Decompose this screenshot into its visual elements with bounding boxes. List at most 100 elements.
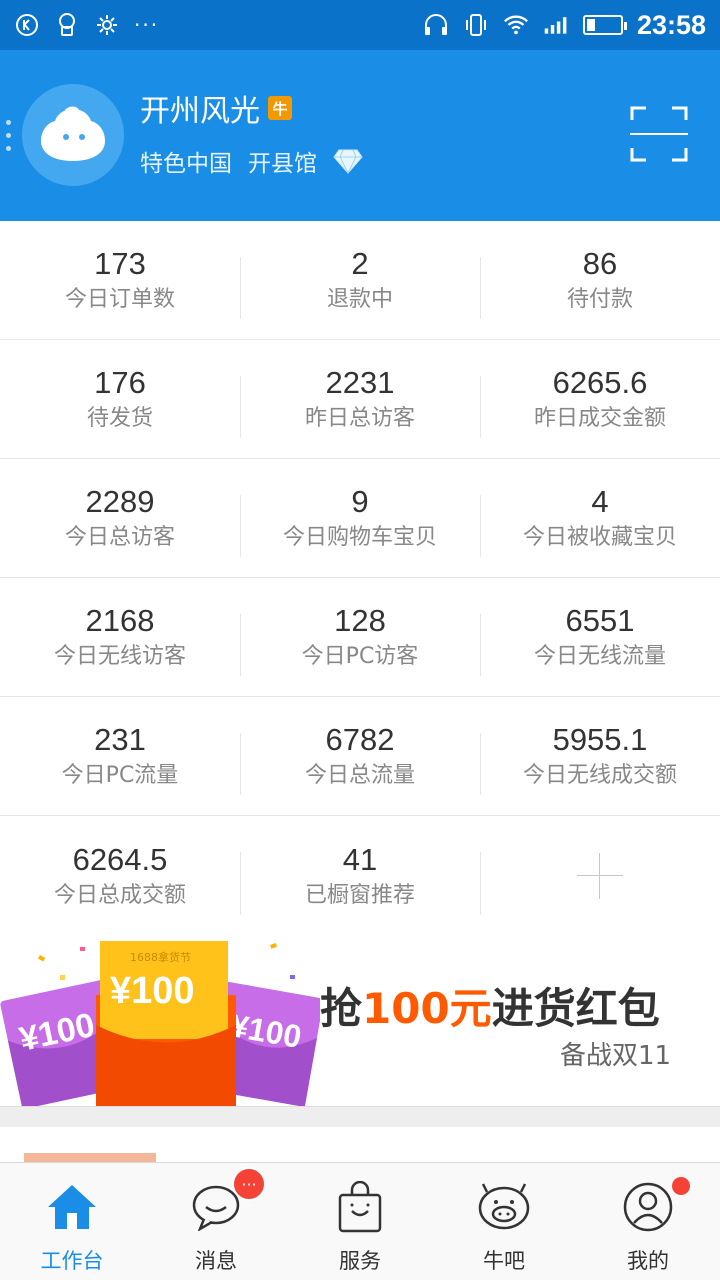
- stat-value: 6264.5: [72, 841, 168, 877]
- stat-cell[interactable]: 176 待发货: [0, 340, 240, 458]
- stat-label: 今日无线流量: [533, 644, 666, 669]
- tab-workbench[interactable]: 工作台: [0, 1163, 144, 1280]
- promo-banner[interactable]: ¥100 ¥100 ¥100 1688拿货节 抢100元进货红包 备战双11: [0, 935, 720, 1107]
- battery-icon: [582, 15, 627, 35]
- stat-cell[interactable]: 231 今日PC流量: [0, 697, 240, 815]
- stat-label: 今日总流量: [304, 763, 415, 788]
- stat-label: 今日订单数: [64, 287, 175, 312]
- shopping-bag-icon: [332, 1179, 388, 1235]
- stat-cell[interactable]: 2289 今日总访客: [0, 459, 240, 577]
- stats-row: 176 待发货 2231 昨日总访客 6265.6 昨日成交金额: [0, 340, 720, 459]
- stat-value: 41: [342, 841, 378, 877]
- stats-row: 2168 今日无线访客 128 今日PC访客 6551 今日无线流量: [0, 578, 720, 697]
- banner-subtitle: 备战双11: [560, 1041, 672, 1071]
- envelope-tag: 1688拿货节: [130, 950, 191, 964]
- envelope-amount: ¥100: [110, 970, 195, 1012]
- stat-cell[interactable]: 9 今日购物车宝贝: [240, 459, 480, 577]
- stat-value: 9: [351, 484, 369, 519]
- stat-cell[interactable]: 41 已橱窗推荐: [240, 816, 480, 935]
- shop-name-text: 开州风光: [140, 94, 260, 129]
- stat-cell[interactable]: 2231 昨日总访客: [240, 340, 480, 458]
- stat-value: 2231: [325, 365, 395, 400]
- plus-icon: [577, 852, 623, 899]
- stat-cell[interactable]: 4 今日被收藏宝贝: [480, 459, 720, 577]
- gear-icon: [94, 12, 120, 38]
- stat-label: 今日PC流量: [61, 763, 179, 788]
- stat-value: 6782: [325, 722, 395, 757]
- status-bar: ··· 23:58: [0, 0, 720, 50]
- banner-title-suffix: 进货红包: [491, 984, 660, 1033]
- stat-value: 2: [351, 246, 369, 281]
- stat-label: 昨日成交金额: [533, 406, 666, 431]
- stat-label: 今日被收藏宝贝: [522, 525, 677, 550]
- headset-user-icon: [54, 12, 80, 38]
- diamond-icon: [333, 149, 363, 174]
- stats-row: 6264.5 今日总成交额 41 已橱窗推荐: [0, 816, 720, 935]
- stat-value: 2168: [85, 603, 155, 638]
- tab-label: 工作台: [40, 1249, 104, 1273]
- signal-icon: [543, 12, 569, 38]
- stat-cell[interactable]: 86 待付款: [480, 221, 720, 339]
- cow-icon: [476, 1179, 532, 1235]
- shop-name[interactable]: 开州风光 牛: [140, 86, 292, 130]
- clock: 23:58: [636, 9, 706, 40]
- stat-label: 昨日总访客: [304, 406, 415, 431]
- tab-label: 消息: [195, 1249, 237, 1273]
- stat-value: 4: [591, 484, 609, 519]
- tab-label: 牛吧: [483, 1249, 525, 1273]
- stat-label: 待发货: [86, 406, 153, 431]
- scan-button[interactable]: [630, 106, 688, 162]
- stat-value: 86: [582, 246, 618, 281]
- stat-cell[interactable]: 128 今日PC访客: [240, 578, 480, 696]
- stat-cell[interactable]: 2168 今日无线访客: [0, 578, 240, 696]
- bottom-tab-bar: 工作台 ··· 消息 服务 牛吧 我的: [0, 1162, 720, 1280]
- stat-value: 6551: [565, 603, 635, 638]
- stat-label: 今日无线成交额: [522, 763, 677, 788]
- tab-services[interactable]: 服务: [288, 1163, 432, 1280]
- section-divider: [0, 1107, 720, 1127]
- profile-dot-badge: [672, 1177, 690, 1195]
- stat-value: 176: [94, 365, 146, 400]
- stat-label: 今日购物车宝贝: [282, 525, 437, 550]
- message-badge: ···: [232, 1167, 266, 1201]
- red-envelope-illustration: ¥100 ¥100 ¥100 1688拿货节: [0, 941, 320, 1106]
- stat-value: 6265.6: [552, 365, 648, 400]
- stat-cell[interactable]: 6551 今日无线流量: [480, 578, 720, 696]
- tab-label: 服务: [339, 1249, 381, 1273]
- tab-messages[interactable]: ··· 消息: [144, 1163, 288, 1280]
- stat-value: 5955.1: [552, 722, 648, 757]
- niu-badge-icon: 牛: [268, 96, 292, 120]
- stats-grid: 173 今日订单数 2 退款中 86 待付款 176 待发货 2231 昨日总访客 626…: [0, 221, 720, 935]
- scan-icon: [630, 106, 688, 162]
- stat-cell[interactable]: 5955.1 今日无线成交额: [480, 697, 720, 815]
- stats-row: 2289 今日总访客 9 今日购物车宝贝 4 今日被收藏宝贝: [0, 459, 720, 578]
- tab-profile[interactable]: 我的: [576, 1163, 720, 1280]
- more-dots: ···: [134, 13, 160, 37]
- stat-cell[interactable]: 6782 今日总流量: [240, 697, 480, 815]
- stat-cell[interactable]: 6265.6 昨日成交金额: [480, 340, 720, 458]
- stat-label: 今日无线访客: [53, 644, 186, 669]
- stats-row: 231 今日PC流量 6782 今日总流量 5955.1 今日无线成交额: [0, 697, 720, 816]
- stat-label: 已橱窗推荐: [304, 882, 415, 908]
- stat-cell[interactable]: 173 今日订单数: [0, 221, 240, 339]
- stat-value: 128: [334, 603, 386, 638]
- shop-avatar[interactable]: [22, 84, 124, 186]
- home-icon: [44, 1179, 100, 1235]
- shop-category: 特色中国: [140, 151, 232, 177]
- stat-value: 173: [94, 246, 146, 281]
- add-stat-button[interactable]: [480, 816, 720, 935]
- stat-cell[interactable]: 6264.5 今日总成交额: [0, 816, 240, 935]
- k-icon: [14, 12, 40, 38]
- wifi-icon: [503, 12, 529, 38]
- stat-value: 2289: [85, 484, 155, 519]
- tab-niuba[interactable]: 牛吧: [432, 1163, 576, 1280]
- stat-cell[interactable]: 2 退款中: [240, 221, 480, 339]
- stat-label: 退款中: [326, 287, 393, 312]
- banner-title-highlight: 100元: [362, 984, 492, 1033]
- stats-row: 173 今日订单数 2 退款中 86 待付款: [0, 221, 720, 340]
- vibrate-icon: [463, 12, 489, 38]
- stat-label: 今日总成交额: [53, 882, 186, 908]
- stat-value: 231: [94, 722, 146, 757]
- shop-subtitle: 特色中国 开县馆: [140, 144, 363, 178]
- drawer-handle[interactable]: [6, 120, 11, 151]
